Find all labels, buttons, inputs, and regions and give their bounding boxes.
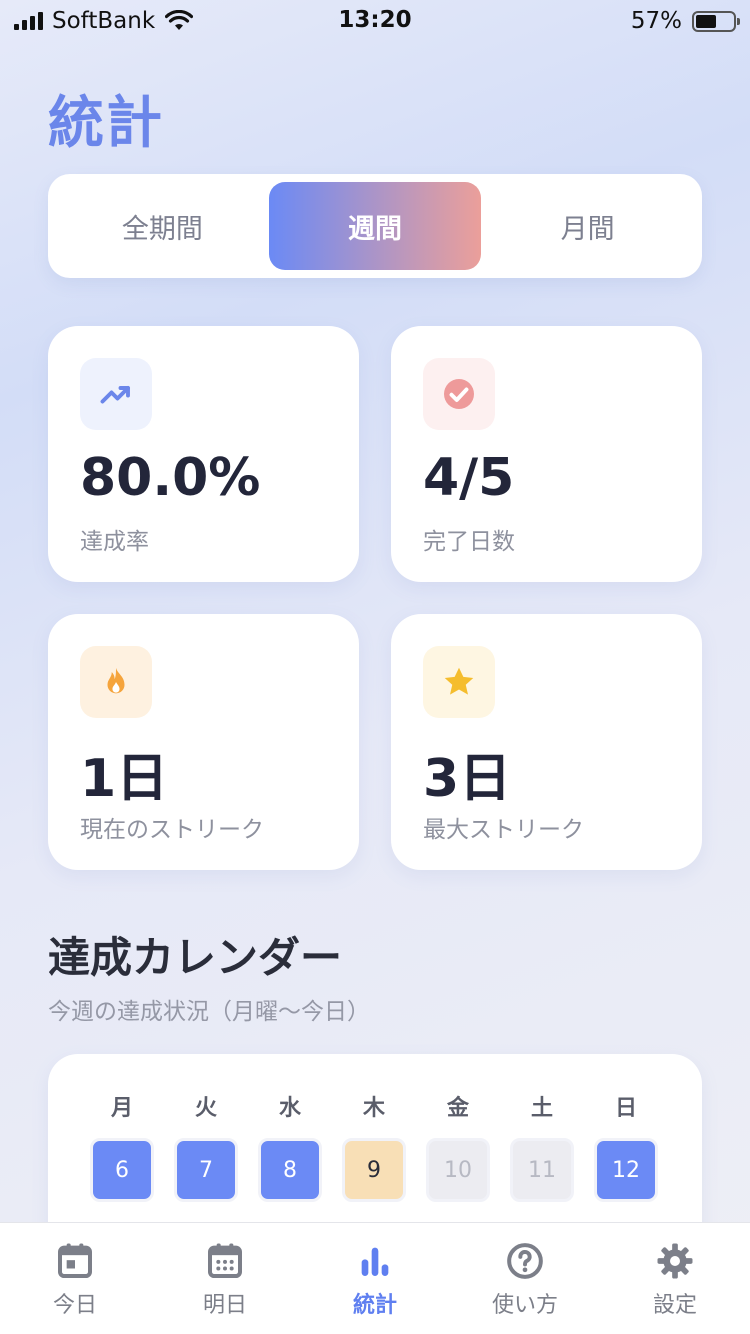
calendar-grid-icon	[208, 1243, 242, 1278]
tab-stats[interactable]: 統計	[300, 1223, 450, 1334]
tab-today[interactable]: 今日	[0, 1223, 150, 1334]
stat-value: 1日	[80, 749, 169, 809]
star-icon	[423, 646, 495, 718]
calendar-today-icon	[58, 1243, 92, 1278]
weekday-label: 木	[362, 1096, 385, 1121]
status-right: 57%	[630, 8, 740, 34]
calendar-section-subtitle: 今週の達成状況（月曜〜今日）	[48, 999, 370, 1025]
stat-value: 80.0%	[80, 448, 261, 508]
tab-label: 設定	[652, 1293, 697, 1318]
bottom-tab-bar: 今日 明日 統計 使い方 設定	[0, 1222, 750, 1334]
stat-label: 達成率	[80, 529, 149, 555]
tab-settings[interactable]: 設定	[600, 1223, 750, 1334]
calendar-day[interactable]: 10	[426, 1138, 490, 1202]
battery-icon	[692, 10, 740, 32]
battery-percentage: 57%	[630, 8, 682, 34]
stat-card-completed-days: 4/5 完了日数	[391, 326, 702, 582]
stat-label: 完了日数	[423, 529, 515, 555]
stat-card-current-streak: 1日 現在のストリーク	[48, 614, 359, 870]
status-bar: SoftBank 13:20 57%	[0, 0, 750, 40]
tab-label: 今日	[52, 1293, 97, 1318]
stat-card-achievement-rate: 80.0% 達成率	[48, 326, 359, 582]
check-circle-icon	[423, 358, 495, 430]
gear-icon	[657, 1243, 693, 1279]
weekday-label: 日	[614, 1096, 637, 1121]
weekday-label: 水	[278, 1096, 301, 1121]
tab-label: 統計	[352, 1293, 397, 1318]
weekday-label: 月	[110, 1096, 133, 1121]
stat-card-max-streak: 3日 最大ストリーク	[391, 614, 702, 870]
calendar-day[interactable]: 11	[510, 1138, 574, 1202]
stat-value: 3日	[423, 749, 512, 809]
calendar-day-today[interactable]: 9	[342, 1138, 406, 1202]
stat-label: 最大ストリーク	[423, 817, 584, 843]
calendar-day[interactable]: 12	[594, 1138, 658, 1202]
stat-value: 4/5	[423, 448, 515, 508]
calendar-grid: 月 火 水 木 金 土 日 6 7 8 9 10 11 12	[90, 1090, 658, 1202]
help-circle-icon	[507, 1243, 543, 1279]
weekday-label: 土	[530, 1096, 553, 1121]
calendar-day[interactable]: 6	[90, 1138, 154, 1202]
trending-up-icon	[80, 358, 152, 430]
tab-tomorrow[interactable]: 明日	[150, 1223, 300, 1334]
tab-label: 明日	[202, 1293, 247, 1318]
page-title: 統計	[48, 91, 164, 156]
calendar-section-title: 達成カレンダー	[48, 933, 343, 982]
bar-chart-icon	[361, 1247, 389, 1276]
segment-all-period[interactable]: 全期間	[56, 182, 269, 270]
segment-weekly[interactable]: 週間	[268, 182, 482, 270]
tab-how-to-use[interactable]: 使い方	[450, 1223, 600, 1334]
flame-icon	[80, 646, 152, 718]
period-segmented-control: 全期間 週間 月間	[48, 174, 702, 278]
calendar-day[interactable]: 7	[174, 1138, 238, 1202]
tab-label: 使い方	[491, 1293, 558, 1318]
segment-monthly[interactable]: 月間	[481, 182, 694, 270]
stat-label: 現在のストリーク	[80, 817, 264, 843]
weekday-label: 金	[446, 1096, 469, 1121]
weekday-label: 火	[194, 1096, 217, 1121]
calendar-day[interactable]: 8	[258, 1138, 322, 1202]
